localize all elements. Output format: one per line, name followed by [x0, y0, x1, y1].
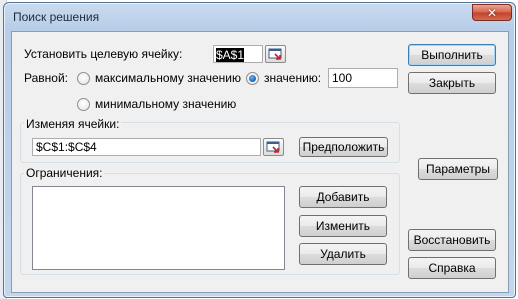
close-window-button[interactable]: ✕: [472, 4, 512, 21]
change-constraint-button[interactable]: Изменить: [299, 215, 387, 237]
add-constraint-button[interactable]: Добавить: [299, 186, 387, 208]
target-cell-value: $A$1: [216, 48, 245, 62]
radio-max-label: максимальному значению: [95, 71, 242, 85]
changing-ref-button[interactable]: [263, 138, 284, 156]
collapse-dialog-icon: [268, 48, 282, 60]
radio-value[interactable]: [246, 72, 259, 85]
changing-cells-input[interactable]: $C$1:$C$4: [32, 138, 261, 156]
target-ref-button[interactable]: [265, 45, 286, 63]
radio-min-label: минимальному значению: [95, 97, 237, 111]
close-button[interactable]: Закрыть: [408, 72, 496, 94]
radio-value-label: значению:: [264, 71, 322, 85]
options-button[interactable]: Параметры: [418, 158, 498, 180]
close-icon: ✕: [486, 5, 498, 20]
constraints-label: Ограничения:: [24, 166, 105, 180]
dialog-body: Установить целевую ячейку: $A$1 Равной: …: [11, 31, 509, 293]
collapse-dialog-icon: [266, 141, 280, 153]
guess-button[interactable]: Предположить: [299, 137, 388, 157]
help-button[interactable]: Справка: [408, 257, 496, 279]
equal-label: Равной:: [24, 71, 68, 85]
target-cell-input[interactable]: $A$1: [213, 45, 263, 63]
radio-max[interactable]: [77, 72, 90, 85]
changing-cells-label: Изменяя ячейки:: [24, 117, 122, 131]
solver-dialog: Поиск решения ✕ Установить целевую ячейк…: [3, 2, 516, 298]
reset-button[interactable]: Восстановить: [408, 229, 496, 251]
constraints-list[interactable]: [32, 186, 285, 270]
value-input[interactable]: 100: [328, 68, 398, 88]
target-cell-label: Установить целевую ячейку:: [24, 47, 183, 61]
dialog-title: Поиск решения: [13, 10, 100, 24]
delete-constraint-button[interactable]: Удалить: [299, 243, 387, 265]
solve-button[interactable]: Выполнить: [408, 44, 496, 66]
radio-min[interactable]: [77, 98, 90, 111]
